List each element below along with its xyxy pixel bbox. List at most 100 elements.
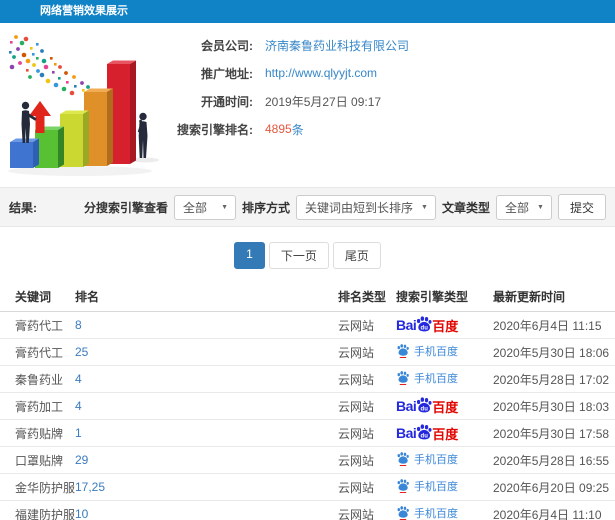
submit-button[interactable]: 提交 [557,194,606,220]
updated-cell: 2020年6月4日 11:10 [493,500,615,520]
rank-link[interactable]: 4 [75,372,82,386]
updated-cell: 2020年6月4日 11:15 [493,311,615,339]
rank-link[interactable]: 4 [75,399,82,413]
sort-select[interactable]: 关键词由短到长排序 ▼ [296,194,436,220]
engine-cell: 手机百度 [396,473,493,501]
table-row: 金华防护服 17,25 云网站 手机百度 2020年6月20日 09:25 [0,473,615,501]
engine-cell: Bai du 百度 [396,311,493,339]
baidu-mobile-logo: 手机百度 [396,343,458,359]
engine-select[interactable]: 全部 ▼ [174,194,236,220]
baidu-paw-icon [397,478,409,493]
table-row: 口罩贴牌 29 云网站 手机百度 2020年5月28日 16:55 [0,446,615,474]
col-engine-type: 搜索引擎类型 [396,281,493,312]
url-label: 推广地址: [201,66,253,81]
company-info: 会员公司: 济南秦鲁药业科技有限公司 推广地址: http://www.qlyy… [173,31,409,143]
rank-type-cell: 云网站 [338,419,396,447]
page-title: 网络营销效果展示 [40,5,128,17]
baidu-mobile-logo: 手机百度 [396,505,458,520]
rank-type-cell: 云网站 [338,446,396,474]
article-type-value: 全部 [504,200,529,215]
svg-text:du: du [421,325,429,331]
sort-label: 排序方式 [242,200,291,215]
thinking-figure [137,112,148,158]
table-row: 膏药贴牌 1 云网站 Bai du 百度 2020年5月30日 17:58 [0,419,615,447]
updated-cell: 2020年5月30日 18:06 [493,338,615,366]
article-type-select[interactable]: 全部 ▼ [495,194,552,220]
rank-type-cell: 云网站 [338,311,396,339]
page-1-button[interactable]: 1 [234,242,265,269]
baidu-mobile-logo: 手机百度 [396,370,458,386]
rank-type-cell: 云网站 [338,473,396,501]
filter-controls: 分搜索引擎查看 全部 ▼ 排序方式 关键词由短到长排序 ▼ 文章类型 全部 ▼ … [84,194,606,220]
sort-select-value: 关键词由短到长排序 [305,200,414,215]
baidu-mobile-logo: 手机百度 [396,451,458,467]
company-name-link[interactable]: 济南秦鲁药业科技有限公司 [265,37,409,54]
engine-cell: Bai du 百度 [396,392,493,420]
bar-chart-illustration [8,35,159,176]
rank-cell: 25 [75,338,338,366]
rank-cell: 4 [75,365,338,393]
col-rank-type: 排名类型 [338,281,396,312]
rank-link[interactable]: 17,25 [75,480,105,494]
keyword-cell: 膏药加工 [0,392,75,420]
keyword-cell: 金华防护服 [0,473,75,501]
rank-type-cell: 云网站 [338,365,396,393]
baidu-paw-icon: du [417,315,432,331]
filter-bar: 结果: 分搜索引擎查看 全部 ▼ 排序方式 关键词由短到长排序 ▼ 文章类型 全… [0,187,615,227]
rank-cell: 29 [75,446,338,474]
updated-cell: 2020年5月28日 17:02 [493,365,615,393]
rank-type-cell: 云网站 [338,500,396,520]
rank-link[interactable]: 8 [75,318,82,332]
next-page-button[interactable]: 下一页 [268,242,329,269]
engine-cell: 手机百度 [396,500,493,520]
table-row: 膏药代工 25 云网站 手机百度 2020年5月30日 18:06 [0,338,615,366]
baidu-paw-icon [397,370,409,385]
rank-link[interactable]: 29 [75,453,88,467]
rank-cell: 17,25 [75,473,338,501]
col-updated: 最新更新时间 [493,281,615,312]
info-section: 会员公司: 济南秦鲁药业科技有限公司 推广地址: http://www.qlyy… [0,23,615,187]
engine-cell: Bai du 百度 [396,419,493,447]
engine-cell: 手机百度 [396,446,493,474]
baidu-paw-icon [397,343,409,358]
updated-cell: 2020年5月30日 17:58 [493,419,615,447]
svg-text:du: du [421,406,429,412]
company-label: 会员公司: [201,38,253,53]
open-time-value: 2019年5月27日 09:17 [265,94,382,109]
keyword-cell: 膏药贴牌 [0,419,75,447]
baidu-paw-icon: du [417,423,432,439]
caret-down-icon: ▼ [221,203,228,211]
article-type-label: 文章类型 [441,200,490,215]
keyword-cell: 秦鲁药业 [0,365,75,393]
rank-count-label: 搜索引擎排名: [177,122,253,137]
results-table: 关键词 排名 排名类型 搜索引擎类型 最新更新时间 膏药代工 8 云网站 Bai du 百… [0,281,615,520]
rank-count-suffix: 条 [291,122,304,137]
engine-cell: 手机百度 [396,338,493,366]
baidu-pc-logo: Bai du 百度 [396,396,458,417]
open-time-label: 开通时间: [201,94,253,109]
rank-type-cell: 云网站 [338,392,396,420]
info-row-open-time: 开通时间: 2019年5月27日 09:17 [173,87,409,115]
rank-link[interactable]: 25 [75,345,88,359]
updated-cell: 2020年5月30日 18:03 [493,392,615,420]
info-row-rank-count: 搜索引擎排名: 4895 条 [173,115,409,143]
baidu-mobile-logo: 手机百度 [396,478,458,494]
table-row: 膏药代工 8 云网站 Bai du 百度 2020年6月4日 11:15 [0,311,615,339]
businessman-figure [21,101,37,143]
col-rank: 排名 [75,281,338,312]
last-page-button[interactable]: 尾页 [332,242,381,269]
info-row-url: 推广地址: http://www.qlyyjt.com [173,59,409,87]
caret-down-icon: ▼ [537,203,544,211]
rank-link[interactable]: 1 [75,426,82,440]
promo-url-link[interactable]: http://www.qlyyjt.com [265,66,377,80]
rank-link[interactable]: 10 [75,507,88,520]
keyword-cell: 福建防护服 [0,500,75,520]
rank-cell: 4 [75,392,338,420]
table-row: 福建防护服 10 云网站 手机百度 2020年6月4日 11:10 [0,500,615,520]
engine-select-value: 全部 [183,200,208,215]
updated-cell: 2020年5月28日 16:55 [493,446,615,474]
info-row-company: 会员公司: 济南秦鲁药业科技有限公司 [173,31,409,59]
svg-text:du: du [421,433,429,439]
pagination: 1 下一页 尾页 [0,242,615,269]
col-keyword: 关键词 [0,281,75,312]
